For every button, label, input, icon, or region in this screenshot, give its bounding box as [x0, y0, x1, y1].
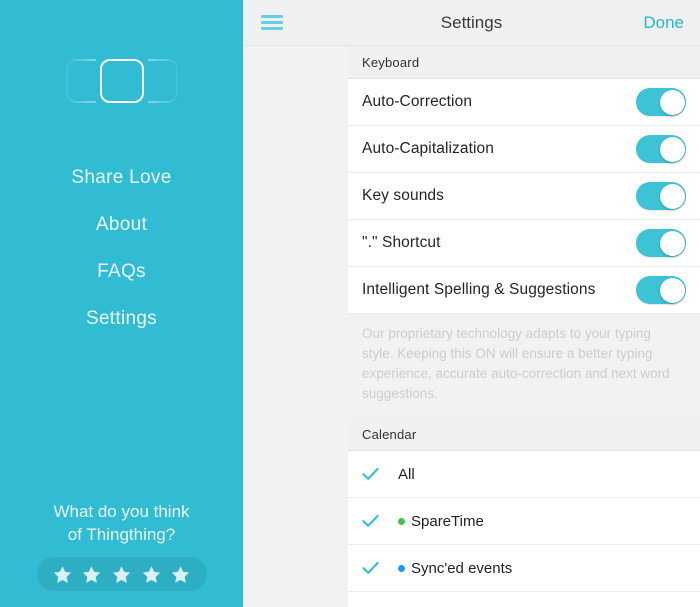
toggle-knob [659, 183, 685, 209]
toggle-knob [659, 89, 685, 115]
logo-right-shape [147, 59, 178, 103]
calendar-color-dot [398, 517, 405, 525]
feedback-widget: What do you think of Thingthing? [0, 500, 243, 591]
settings-panel: Settings Done Keyboard Auto-Correction A… [243, 0, 700, 607]
settings-list: Keyboard Auto-Correction Auto-Capitaliza… [348, 46, 700, 607]
calendar-label: Sync'ed events [411, 559, 513, 577]
sidebar-item-settings[interactable]: Settings [0, 295, 243, 342]
sidebar: Share Love About FAQs Settings What do y… [0, 0, 243, 607]
done-button[interactable]: Done [643, 13, 684, 33]
app-root: Share Love About FAQs Settings What do y… [0, 0, 700, 607]
feedback-question-line2: of Thingthing? [67, 525, 176, 544]
sidebar-nav: Share Love About FAQs Settings [0, 154, 243, 342]
star-icon[interactable] [82, 565, 101, 584]
toggle-knob [659, 277, 685, 303]
setting-row-auto-correction[interactable]: Auto-Correction [348, 79, 700, 126]
setting-row-intelligent-spelling[interactable]: Intelligent Spelling & Suggestions [348, 267, 700, 314]
setting-label: Key sounds [362, 187, 444, 204]
top-bar: Settings Done [243, 0, 700, 46]
setting-label: "." Shortcut [362, 234, 441, 251]
calendar-row-sparetime[interactable]: SpareTime [348, 498, 700, 545]
setting-label: Auto-Capitalization [362, 140, 494, 157]
setting-label: Auto-Correction [362, 93, 473, 110]
sidebar-item-faqs[interactable]: FAQs [0, 248, 243, 295]
calendar-label: SpareTime [411, 512, 484, 530]
setting-row-auto-capitalization[interactable]: Auto-Capitalization [348, 126, 700, 173]
star-icon[interactable] [142, 565, 161, 584]
calendar-row-all[interactable]: All [348, 451, 700, 498]
calendar-row-synced-events[interactable]: Sync'ed events [348, 545, 700, 592]
toggle-knob [659, 136, 685, 162]
section-header-calendar: Calendar [348, 418, 700, 451]
toggle-auto-correction[interactable] [636, 88, 686, 116]
keyboard-description: Our proprietary technology adapts to you… [348, 314, 700, 418]
star-icon[interactable] [171, 565, 190, 584]
page-title: Settings [440, 12, 503, 32]
toggle-auto-capitalization[interactable] [636, 135, 686, 163]
calendar-row-gcal[interactable]: GCal [348, 592, 700, 607]
sidebar-item-about[interactable]: About [0, 201, 243, 248]
setting-label: Intelligent Spelling & Suggestions [362, 281, 596, 298]
setting-row-period-shortcut[interactable]: "." Shortcut [348, 220, 700, 267]
setting-row-key-sounds[interactable]: Key sounds [348, 173, 700, 220]
logo-center-shape [99, 59, 144, 103]
calendar-label: All [398, 465, 415, 483]
feedback-question-line1: What do you think [53, 502, 190, 521]
checkmark-icon[interactable] [362, 514, 379, 528]
sidebar-item-share-love[interactable]: Share Love [0, 154, 243, 201]
calendar-color-dot [398, 564, 405, 572]
logo-left-shape [65, 59, 96, 103]
toggle-intelligent-spelling[interactable] [636, 276, 686, 304]
checkmark-icon[interactable] [362, 467, 379, 481]
star-rating[interactable] [36, 557, 207, 591]
toggle-period-shortcut[interactable] [636, 229, 686, 257]
section-header-keyboard: Keyboard [348, 46, 700, 79]
three-rounded-squares-logo-icon [52, 52, 192, 110]
star-icon[interactable] [112, 565, 131, 584]
checkmark-icon[interactable] [362, 561, 379, 575]
star-icon[interactable] [53, 565, 72, 584]
toggle-knob [659, 230, 685, 256]
toggle-key-sounds[interactable] [636, 182, 686, 210]
